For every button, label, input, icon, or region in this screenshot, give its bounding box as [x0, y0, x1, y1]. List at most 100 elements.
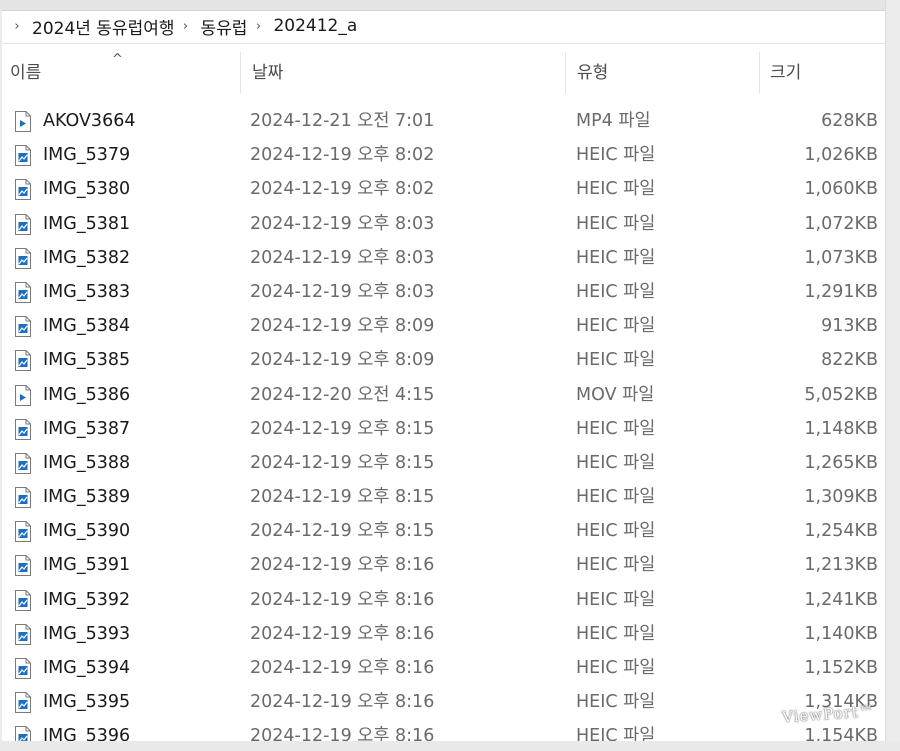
divider	[2, 43, 886, 44]
file-date: 2024-12-19 오후 8:03	[250, 213, 435, 234]
file-type: HEIC 파일	[576, 247, 656, 268]
file-name: IMG_5386	[43, 384, 131, 405]
file-row[interactable]: IMG_5386 2024-12-20 오전 4:15 MOV 파일 5,052KB	[0, 378, 886, 412]
file-size: 1,213KB	[804, 555, 878, 576]
file-date: 2024-12-19 오후 8:16	[250, 589, 435, 610]
file-size: 1,072KB	[804, 213, 878, 234]
file-row[interactable]: IMG_5384 2024-12-19 오후 8:09 HEIC 파일 913KB	[0, 309, 886, 343]
image-file-icon	[15, 418, 31, 440]
image-file-icon	[15, 658, 31, 679]
file-date: 2024-12-19 오후 8:03	[250, 247, 435, 268]
file-name: IMG_5391	[43, 555, 131, 576]
file-row[interactable]: IMG_5389 2024-12-19 오후 8:15 HEIC 파일 1,309KB	[0, 480, 886, 514]
file-date: 2024-12-19 오후 8:15	[250, 418, 435, 439]
column-header-type[interactable]: 유형	[577, 52, 608, 94]
file-type: HEIC 파일	[576, 555, 656, 576]
image-file-icon	[15, 316, 31, 338]
image-file-icon	[15, 623, 31, 645]
file-size: 1,060KB	[804, 179, 878, 200]
file-type: HEIC 파일	[576, 452, 656, 473]
file-row[interactable]: IMG_5380 2024-12-19 오후 8:02 HEIC 파일 1,060KB	[0, 172, 886, 206]
file-row[interactable]: IMG_5381 2024-12-19 오후 8:03 HEIC 파일 1,072KB	[0, 207, 886, 241]
chevron-right-icon[interactable]: ›	[251, 19, 265, 34]
file-date: 2024-12-19 오후 8:15	[250, 521, 435, 542]
file-name: IMG_5381	[43, 213, 131, 234]
image-file-icon	[15, 350, 31, 372]
image-file-icon	[15, 521, 31, 543]
file-row[interactable]: IMG_5391 2024-12-19 오후 8:16 HEIC 파일 1,213KB	[0, 548, 886, 582]
file-name: IMG_5382	[43, 247, 131, 268]
window-top-edge	[0, 0, 900, 11]
file-row[interactable]: IMG_5394 2024-12-19 오후 8:16 HEIC 파일 1,152KB	[0, 651, 886, 685]
file-type: HEIC 파일	[576, 692, 656, 713]
file-type: HEIC 파일	[576, 589, 656, 610]
file-type: HEIC 파일	[576, 213, 656, 234]
file-type: HEIC 파일	[576, 487, 656, 508]
column-header-name[interactable]: 이름	[10, 52, 41, 94]
image-file-icon	[15, 247, 31, 269]
column-divider[interactable]	[759, 52, 760, 94]
file-size: 822KB	[821, 350, 878, 371]
chevron-right-icon[interactable]: ›	[179, 19, 193, 34]
file-date: 2024-12-20 오전 4:15	[250, 384, 435, 405]
column-divider[interactable]	[240, 52, 241, 94]
column-divider[interactable]	[565, 52, 566, 94]
file-name: IMG_5389	[43, 487, 131, 508]
image-file-icon	[15, 213, 31, 235]
video-file-icon	[15, 384, 31, 406]
column-header-size[interactable]: 크기	[770, 52, 801, 94]
image-file-icon	[15, 589, 31, 611]
file-date: 2024-12-19 오후 8:03	[250, 281, 435, 302]
image-file-icon	[15, 179, 31, 201]
file-date: 2024-12-19 오후 8:02	[250, 179, 435, 200]
file-name: AKOV3664	[43, 111, 136, 131]
file-date: 2024-12-19 오후 8:16	[250, 555, 435, 576]
file-date: 2024-12-19 오후 8:16	[250, 692, 435, 713]
image-file-icon	[15, 692, 31, 714]
file-row[interactable]: IMG_5387 2024-12-19 오후 8:15 HEIC 파일 1,148KB	[0, 412, 886, 446]
file-row[interactable]: IMG_5385 2024-12-19 오후 8:09 HEIC 파일 822KB	[0, 343, 886, 377]
file-name: IMG_5394	[43, 658, 131, 678]
file-type: HEIC 파일	[576, 658, 656, 678]
window-right-edge	[885, 0, 900, 751]
file-date: 2024-12-19 오후 8:16	[250, 658, 435, 678]
file-date: 2024-12-19 오후 8:16	[250, 623, 435, 644]
file-size: 1,241KB	[804, 589, 878, 610]
file-explorer-window: › 2024년 동유럽여행 › 동유럽 › 202412_a ^ 이름 날짜 유…	[0, 0, 900, 751]
file-size: 1,140KB	[804, 623, 878, 644]
file-name: IMG_5384	[43, 316, 131, 337]
file-size: 1,152KB	[804, 658, 878, 678]
file-type: HEIC 파일	[576, 179, 656, 200]
file-type: HEIC 파일	[576, 281, 656, 302]
file-name: IMG_5385	[43, 350, 131, 371]
breadcrumb-item[interactable]: 202412_a	[273, 16, 357, 36]
file-row[interactable]: IMG_5395 2024-12-19 오후 8:16 HEIC 파일 1,314KB	[0, 685, 886, 719]
breadcrumb-item[interactable]: 동유럽	[201, 14, 248, 39]
image-file-icon	[15, 555, 31, 577]
file-date: 2024-12-21 오전 7:01	[250, 111, 435, 131]
chevron-right-icon[interactable]: ›	[10, 19, 24, 34]
breadcrumb: › 2024년 동유럽여행 › 동유럽 › 202412_a	[10, 12, 357, 40]
file-type: HEIC 파일	[576, 623, 656, 644]
file-row[interactable]: IMG_5379 2024-12-19 오후 8:02 HEIC 파일 1,026KB	[0, 138, 886, 172]
file-row[interactable]: IMG_5383 2024-12-19 오후 8:03 HEIC 파일 1,291KB	[0, 275, 886, 309]
file-row[interactable]: IMG_5382 2024-12-19 오후 8:03 HEIC 파일 1,073KB	[0, 241, 886, 275]
video-file-icon	[15, 111, 31, 132]
file-row[interactable]: IMG_5392 2024-12-19 오후 8:16 HEIC 파일 1,241KB	[0, 583, 886, 617]
file-row[interactable]: AKOV3664 2024-12-21 오전 7:01 MP4 파일 628KB	[0, 104, 886, 138]
file-name: IMG_5393	[43, 623, 131, 644]
file-name: IMG_5388	[43, 452, 131, 473]
file-size: 5,052KB	[804, 384, 878, 405]
column-header-date[interactable]: 날짜	[252, 52, 283, 94]
file-row[interactable]: IMG_5393 2024-12-19 오후 8:16 HEIC 파일 1,140KB	[0, 617, 886, 651]
file-date: 2024-12-19 오후 8:09	[250, 316, 435, 337]
image-file-icon	[15, 281, 31, 303]
file-size: 1,309KB	[804, 487, 878, 508]
breadcrumb-item[interactable]: 2024년 동유럽여행	[32, 14, 175, 39]
file-row[interactable]: IMG_5390 2024-12-19 오후 8:15 HEIC 파일 1,254KB	[0, 514, 886, 548]
file-row[interactable]: IMG_5388 2024-12-19 오후 8:15 HEIC 파일 1,265KB	[0, 446, 886, 480]
file-type: HEIC 파일	[576, 418, 656, 439]
file-size: 1,148KB	[804, 418, 878, 439]
file-type: MOV 파일	[576, 384, 655, 405]
file-list: AKOV3664 2024-12-21 오전 7:01 MP4 파일 628KB IMG…	[0, 104, 886, 751]
